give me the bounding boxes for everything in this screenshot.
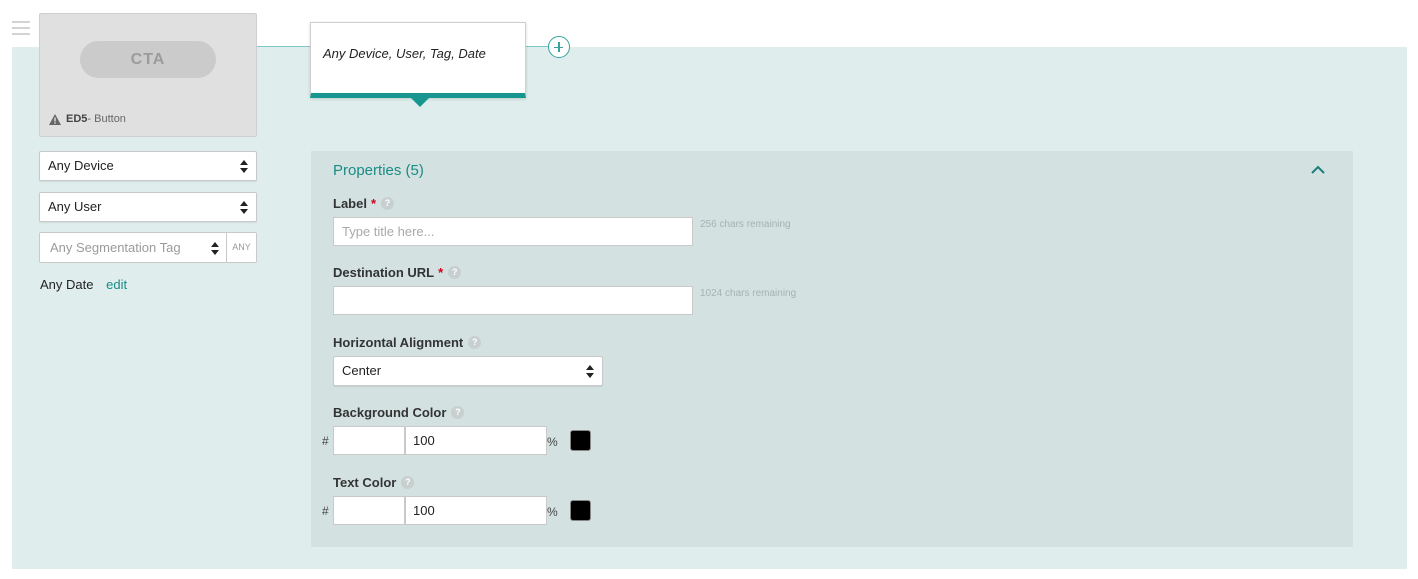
select-arrows-icon: [240, 160, 248, 173]
select-arrows-icon: [211, 242, 219, 255]
flow-connector: [526, 46, 549, 47]
text-color-text: Text Color: [333, 475, 397, 490]
hash-prefix: #: [322, 504, 329, 518]
component-code: ED5: [66, 113, 88, 125]
hash-prefix: #: [322, 434, 329, 448]
segmentation-tag-control: Any Segmentation Tag ANY: [39, 232, 257, 263]
add-rule-button[interactable]: [548, 36, 570, 58]
device-select[interactable]: Any Device: [39, 151, 257, 181]
destination-url-input[interactable]: [333, 286, 693, 315]
date-rule-text: Any Date: [40, 277, 94, 292]
user-select[interactable]: Any User: [39, 192, 257, 222]
text-hex-input[interactable]: [333, 496, 405, 525]
background-color-swatch[interactable]: [570, 430, 591, 451]
device-select-value: Any Device: [48, 158, 114, 173]
targeting-rule-text: Any Device, User, Tag, Date: [323, 46, 486, 61]
help-icon[interactable]: ?: [381, 197, 395, 210]
select-arrows-icon: [240, 201, 248, 214]
background-hex-input[interactable]: [333, 426, 405, 455]
percent-suffix: %: [547, 435, 558, 449]
alignment-select-value: Center: [342, 363, 382, 378]
background-color-text: Background Color: [333, 405, 447, 420]
properties-panel: Properties (5) Label * ? 256 chars remai…: [311, 151, 1353, 547]
warning-triangle-icon: [49, 113, 61, 125]
url-chars-remaining: 1024 chars remaining: [700, 288, 797, 299]
chevron-up-icon[interactable]: [1311, 165, 1325, 174]
component-type: - Button: [87, 113, 126, 125]
help-icon[interactable]: ?: [401, 476, 415, 489]
label-chars-remaining: 256 chars remaining: [700, 219, 791, 230]
background-color-label: Background Color ?: [333, 405, 465, 420]
required-marker: *: [438, 265, 444, 280]
help-icon[interactable]: ?: [451, 406, 465, 419]
text-opacity-input[interactable]: [405, 496, 547, 525]
url-field-text: Destination URL: [333, 265, 435, 280]
help-icon[interactable]: ?: [468, 336, 482, 349]
select-arrows-icon: [586, 365, 594, 378]
hamburger-menu-icon[interactable]: [12, 21, 30, 37]
label-input[interactable]: [333, 217, 693, 246]
targeting-rule-card[interactable]: Any Device, User, Tag, Date: [310, 22, 526, 107]
segmentation-tag-select[interactable]: Any Segmentation Tag: [39, 232, 227, 263]
selected-pointer: [411, 98, 429, 107]
label-field-label: Label * ?: [333, 196, 395, 211]
required-marker: *: [370, 196, 377, 211]
flow-connector: [257, 46, 310, 47]
alignment-field-text: Horizontal Alignment: [333, 335, 464, 350]
label-field-text: Label: [333, 196, 367, 211]
background-opacity-input[interactable]: [405, 426, 547, 455]
date-rule: Any Date edit: [40, 277, 127, 292]
horizontal-alignment-select[interactable]: Center: [333, 356, 603, 386]
text-color-swatch[interactable]: [570, 500, 591, 521]
properties-title[interactable]: Properties (5): [333, 162, 424, 179]
user-select-value: Any User: [48, 199, 102, 214]
cta-preview-button: CTA: [80, 41, 216, 78]
page: CTA ED5 - Button Any Device Any User Any…: [0, 0, 1418, 579]
segmentation-any-toggle[interactable]: ANY: [227, 232, 257, 263]
text-color-label: Text Color ?: [333, 475, 415, 490]
percent-suffix: %: [547, 505, 558, 519]
url-field-label: Destination URL * ?: [333, 265, 462, 280]
help-icon[interactable]: ?: [448, 266, 462, 279]
component-caption: ED5 - Button: [49, 113, 126, 125]
component-preview-card[interactable]: CTA ED5 - Button: [39, 13, 257, 137]
segmentation-tag-placeholder: Any Segmentation Tag: [50, 240, 181, 255]
edit-date-link[interactable]: edit: [106, 277, 127, 292]
alignment-field-label: Horizontal Alignment ?: [333, 335, 482, 350]
